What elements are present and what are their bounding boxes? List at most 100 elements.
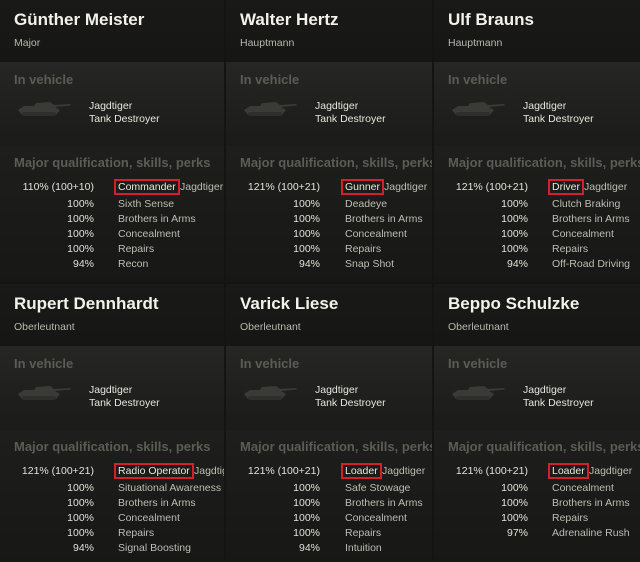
skill-row[interactable]: 100% Safe Stowage	[226, 482, 432, 496]
skill-row[interactable]: 100% Concealment	[434, 228, 640, 242]
skill-name: Repairs	[345, 243, 382, 255]
skill-row[interactable]: 94% Signal Boosting	[0, 542, 224, 556]
skill-name: Signal Boosting	[118, 542, 191, 554]
skill-row[interactable]: 100% Repairs	[226, 243, 432, 257]
skill-row[interactable]: 100% Concealment	[226, 228, 432, 242]
qualification-label: Major qualification, skills, perks	[240, 439, 432, 454]
tank-class: Tank Destroyer	[89, 113, 160, 125]
crew-card[interactable]: Walter Hertz Hauptmann In vehicle Jagdtiger…	[226, 0, 432, 282]
skill-row[interactable]: 100% Concealment	[0, 228, 224, 242]
skill-name: Brothers in Arms	[118, 213, 196, 225]
primary-qualification-row[interactable]: 121% (100+21) Driver Jagdtiger	[434, 179, 640, 195]
crew-rank: Major	[14, 37, 41, 49]
skill-row[interactable]: 100% Brothers in Arms	[434, 497, 640, 511]
tank-name: Jagdtiger	[89, 100, 133, 112]
crew-name: Walter Hertz	[240, 10, 339, 29]
primary-role: Radio Operator	[114, 463, 194, 479]
skill-percent: 100%	[501, 243, 528, 255]
primary-percent: 121% (100+21)	[247, 465, 320, 477]
skill-row[interactable]: 100% Concealment	[0, 512, 224, 526]
skill-name: Brothers in Arms	[118, 497, 196, 509]
skill-name: Recon	[118, 258, 149, 270]
skill-row[interactable]: 100% Brothers in Arms	[434, 213, 640, 227]
skill-row[interactable]: 100% Brothers in Arms	[0, 497, 224, 511]
skill-row[interactable]: 100% Repairs	[0, 243, 224, 257]
skill-row[interactable]: 100% Clutch Braking	[434, 198, 640, 212]
skill-percent: 100%	[293, 497, 320, 509]
skill-name: Brothers in Arms	[552, 497, 630, 509]
tank-class: Tank Destroyer	[89, 397, 160, 409]
skill-percent: 100%	[293, 198, 320, 210]
primary-percent: 121% (100+21)	[455, 181, 528, 193]
skill-row[interactable]: 100% Brothers in Arms	[226, 213, 432, 227]
qualification-label: Major qualification, skills, perks	[14, 155, 211, 170]
tank-name: Jagdtiger	[523, 100, 567, 112]
skill-percent: 100%	[67, 512, 94, 524]
crew-card[interactable]: Varick Liese Oberleutnant In vehicle Jagdti…	[226, 284, 432, 562]
skill-percent: 100%	[67, 497, 94, 509]
skill-percent: 100%	[501, 482, 528, 494]
skill-name: Brothers in Arms	[552, 213, 630, 225]
primary-qualification-row[interactable]: 110% (100+10) Commander Jagdtiger	[0, 179, 224, 195]
tank-name: Jagdtiger	[315, 384, 359, 396]
skill-name: Repairs	[118, 243, 155, 255]
skill-percent: 94%	[298, 542, 320, 554]
skill-name: Concealment	[118, 228, 180, 240]
primary-percent: 121% (100+21)	[247, 181, 320, 193]
skill-row[interactable]: 97% Adrenaline Rush	[434, 527, 640, 541]
skill-row[interactable]: 100% Repairs	[434, 512, 640, 526]
skill-row[interactable]: 100% Repairs	[434, 243, 640, 257]
skill-percent: 100%	[293, 512, 320, 524]
skill-percent: 94%	[72, 542, 94, 554]
skill-row[interactable]: 100% Brothers in Arms	[226, 497, 432, 511]
skill-row[interactable]: 94% Intuition	[226, 542, 432, 556]
crew-name: Rupert Dennhardt	[14, 294, 159, 313]
primary-qualification-row[interactable]: 121% (100+21) Gunner Jagdtiger	[226, 179, 432, 195]
primary-role: Loader	[341, 463, 382, 479]
primary-tank: Jagdtiger	[194, 465, 224, 477]
skill-row[interactable]: 94% Off-Road Driving	[434, 258, 640, 272]
in-vehicle-label: In vehicle	[14, 356, 74, 371]
skill-row[interactable]: 100% Repairs	[226, 527, 432, 541]
primary-qualification-row[interactable]: 121% (100+21) Loader Jagdtiger	[434, 463, 640, 479]
skill-name: Repairs	[552, 243, 589, 255]
primary-tank: Jagdtiger	[180, 181, 224, 193]
skill-name: Repairs	[345, 527, 382, 539]
in-vehicle-label: In vehicle	[240, 72, 300, 87]
crew-card[interactable]: Günther Meister Major In vehicle Jagdtiger T…	[0, 0, 224, 282]
skill-row[interactable]: 100% Concealment	[434, 482, 640, 496]
skill-name: Snap Shot	[345, 258, 395, 270]
skill-row[interactable]: 100% Deadeye	[226, 198, 432, 212]
primary-percent: 121% (100+21)	[455, 465, 528, 477]
tank-icon	[448, 380, 508, 402]
tank-name: Jagdtiger	[89, 384, 133, 396]
skill-row[interactable]: 94% Recon	[0, 258, 224, 272]
tank-class: Tank Destroyer	[315, 397, 386, 409]
crew-rank: Hauptmann	[448, 37, 503, 49]
primary-qualification-row[interactable]: 121% (100+21) Loader Jagdtiger	[226, 463, 432, 479]
crew-card[interactable]: Ulf Brauns Hauptmann In vehicle Jagdtiger Ta…	[434, 0, 640, 282]
skill-row[interactable]: 100% Concealment	[226, 512, 432, 526]
tank-icon	[448, 96, 508, 118]
skill-percent: 94%	[72, 258, 94, 270]
tank-icon	[14, 380, 74, 402]
skill-row[interactable]: 100% Brothers in Arms	[0, 213, 224, 227]
tank-name: Jagdtiger	[523, 384, 567, 396]
skill-row[interactable]: 100% Situational Awareness	[0, 482, 224, 496]
skill-row[interactable]: 100% Sixth Sense	[0, 198, 224, 212]
primary-tank: Jagdtiger	[384, 181, 428, 193]
primary-qualification-row[interactable]: 121% (100+21) Radio OperatorJagdtiger	[0, 463, 224, 479]
crew-card[interactable]: Beppo Schulzke Oberleutnant In vehicle Jagd…	[434, 284, 640, 562]
primary-tank: Jagdtiger	[584, 181, 628, 193]
qualification-label: Major qualification, skills, perks	[448, 439, 640, 454]
in-vehicle-label: In vehicle	[240, 356, 300, 371]
skill-row[interactable]: 94% Snap Shot	[226, 258, 432, 272]
skill-row[interactable]: 100% Repairs	[0, 527, 224, 541]
tank-icon	[240, 96, 300, 118]
skill-percent: 100%	[501, 512, 528, 524]
in-vehicle-label: In vehicle	[448, 72, 508, 87]
crew-card[interactable]: Rupert Dennhardt Oberleutnant In vehicle Ja…	[0, 284, 224, 562]
crew-name: Günther Meister	[14, 10, 145, 29]
skill-name: Concealment	[118, 512, 180, 524]
primary-role: Commander	[114, 179, 180, 195]
